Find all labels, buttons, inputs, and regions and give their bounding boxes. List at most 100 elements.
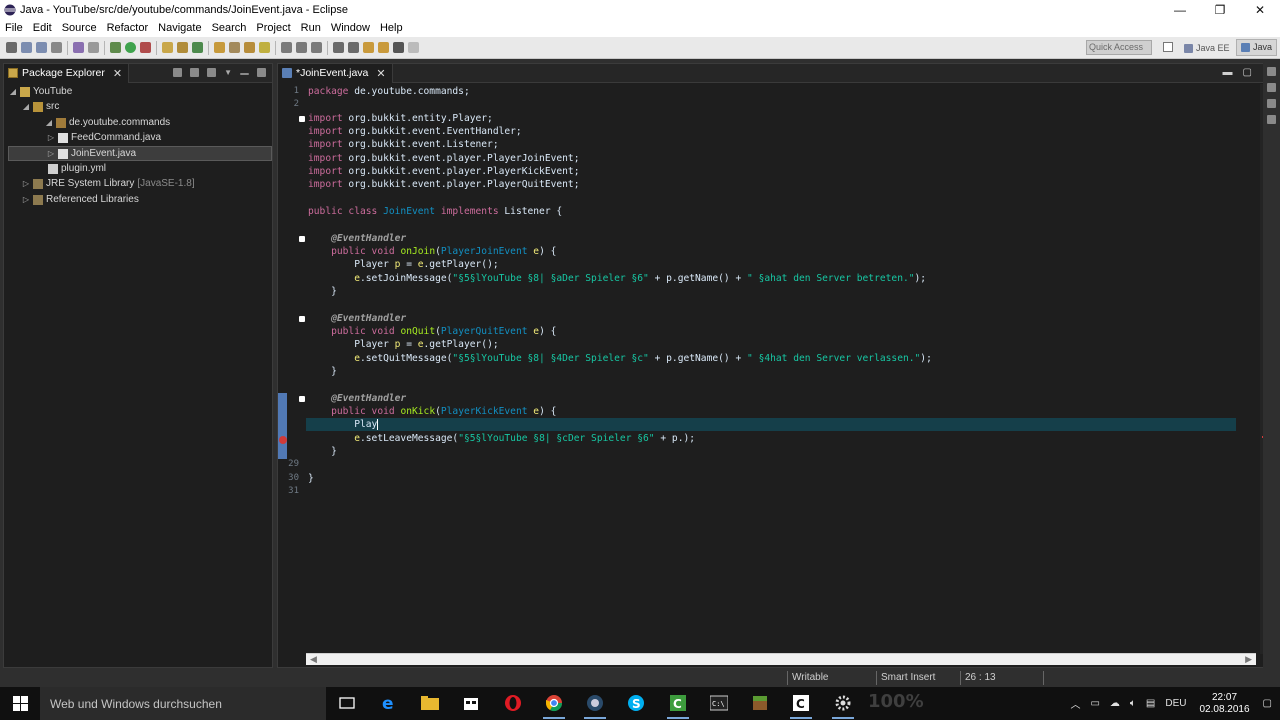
print-icon[interactable] <box>51 42 62 53</box>
next-annotation-icon[interactable] <box>333 42 344 53</box>
save-all-icon[interactable] <box>36 42 47 53</box>
eclipse-taskbar-icon[interactable]: C <box>790 693 812 719</box>
volume-icon[interactable]: 🔈︎ <box>1130 698 1136 709</box>
new-class-icon[interactable] <box>192 42 203 53</box>
perspective-javaee[interactable]: Java EE <box>1184 40 1230 56</box>
forward-icon[interactable] <box>393 42 404 53</box>
quick-access-input[interactable]: Quick Access <box>1086 40 1152 55</box>
menu-refactor[interactable]: Refactor <box>102 22 154 34</box>
maximize-editor-icon[interactable]: ▢ <box>1243 67 1252 78</box>
search-icon[interactable] <box>244 42 255 53</box>
debug-icon[interactable] <box>73 42 84 53</box>
menu-navigate[interactable]: Navigate <box>153 22 206 34</box>
skip-breakpoints-icon[interactable] <box>88 42 99 53</box>
view-menu-icon[interactable]: ▼ <box>224 68 232 77</box>
onedrive-icon[interactable]: ☁ <box>1110 698 1120 709</box>
perspective-java[interactable]: Java <box>1236 39 1278 56</box>
taskbar-search-input[interactable]: Web und Windows durchsuchen <box>40 687 326 720</box>
open-task-icon[interactable] <box>229 42 240 53</box>
opera-icon[interactable] <box>502 693 524 713</box>
restore-view-icon[interactable] <box>1267 67 1276 76</box>
menu-run[interactable]: Run <box>296 22 326 34</box>
chrome-icon[interactable] <box>543 693 565 719</box>
settings-gear-icon[interactable] <box>832 693 854 719</box>
menu-window[interactable]: Window <box>326 22 375 34</box>
maximize-view-icon[interactable] <box>257 68 266 77</box>
tab-package-explorer[interactable]: Package Explorer ✕ <box>4 63 130 83</box>
open-type-icon[interactable] <box>214 42 225 53</box>
outline-icon[interactable] <box>1267 99 1276 108</box>
run-debug-icon[interactable] <box>110 42 121 53</box>
problems-icon[interactable] <box>1267 115 1276 124</box>
menu-edit[interactable]: Edit <box>28 22 57 34</box>
horizontal-scrollbar[interactable]: ◀ ▶ <box>306 653 1256 665</box>
minimize-editor-icon[interactable]: ▬ <box>1223 67 1233 78</box>
tree-item-feedcommand[interactable]: ▷ FeedCommand.java <box>46 130 270 145</box>
show-whitespace-icon[interactable] <box>311 42 322 53</box>
expanded-arrow-icon[interactable]: ◢ <box>21 102 31 111</box>
file-explorer-icon[interactable] <box>419 693 441 713</box>
teamspeak-icon[interactable] <box>584 693 606 719</box>
tree-item-jre[interactable]: ▷ JRE System Library [JavaSE-1.8] <box>21 176 270 191</box>
message-icon[interactable]: ▤ <box>1146 698 1155 709</box>
minimize-button[interactable]: — <box>1160 0 1200 19</box>
new-package-icon[interactable] <box>177 42 188 53</box>
tree-item-project[interactable]: ◢ YouTube <box>8 84 270 99</box>
toggle-block-icon[interactable] <box>281 42 292 53</box>
tree-item-package[interactable]: ◢ de.youtube.commands <box>44 115 270 130</box>
open-perspective-icon[interactable] <box>1163 42 1173 52</box>
collapsed-arrow-icon[interactable]: ▷ <box>21 179 31 188</box>
start-button[interactable] <box>0 687 40 720</box>
camtasia-icon[interactable]: C <box>667 693 689 719</box>
task-view-icon[interactable] <box>336 693 358 713</box>
new-icon[interactable] <box>6 42 17 53</box>
edge-icon[interactable]: e <box>378 693 400 713</box>
expanded-arrow-icon[interactable]: ◢ <box>44 118 54 127</box>
run-icon[interactable] <box>125 42 136 53</box>
save-icon[interactable] <box>21 42 32 53</box>
scroll-right-icon[interactable]: ▶ <box>1245 654 1252 665</box>
collapse-all-icon[interactable] <box>173 68 183 77</box>
focus-icon[interactable] <box>207 68 217 77</box>
back-icon[interactable] <box>378 42 389 53</box>
menu-search[interactable]: Search <box>207 22 252 34</box>
network-icon[interactable]: ▭ <box>1090 698 1099 709</box>
tree-item-pluginyml[interactable]: plugin.yml <box>48 161 270 176</box>
last-edit-icon[interactable] <box>363 42 374 53</box>
scroll-left-icon[interactable]: ◀ <box>310 654 317 665</box>
minimize-view-icon[interactable] <box>240 73 249 75</box>
tree-item-referenced-libraries[interactable]: ▷ Referenced Libraries <box>21 192 270 207</box>
command-prompt-icon[interactable]: C:\ <box>708 693 730 713</box>
clock[interactable]: 22:07 02.08.2016 <box>1199 692 1249 716</box>
menu-help[interactable]: Help <box>375 22 408 34</box>
skype-icon[interactable]: S <box>625 693 647 713</box>
store-icon[interactable] <box>460 693 482 713</box>
menu-project[interactable]: Project <box>251 22 295 34</box>
collapsed-arrow-icon[interactable]: ▷ <box>21 195 31 204</box>
language-indicator[interactable]: DEU <box>1165 698 1186 709</box>
external-tools-icon[interactable] <box>140 42 151 53</box>
close-button[interactable]: ✕ <box>1240 0 1280 19</box>
tab-joinevent[interactable]: *JoinEvent.java ✕ <box>278 63 393 83</box>
mark-occurrences-icon[interactable] <box>259 42 270 53</box>
close-icon[interactable]: ✕ <box>376 67 385 80</box>
notifications-icon[interactable]: ▢ <box>1263 698 1272 709</box>
link-with-editor-icon[interactable] <box>190 68 200 77</box>
forward-dropdown-icon[interactable] <box>408 42 419 53</box>
minecraft-icon[interactable] <box>749 693 771 713</box>
menu-file[interactable]: File <box>0 22 28 34</box>
task-list-icon[interactable] <box>1267 83 1276 92</box>
tree-item-joinevent[interactable]: ▷ JoinEvent.java <box>8 146 272 161</box>
expanded-arrow-icon[interactable]: ◢ <box>8 87 18 96</box>
menu-source[interactable]: Source <box>57 22 102 34</box>
code-area[interactable]: 1 package de.youtube.commands; 2 import o… <box>278 84 1236 654</box>
collapsed-arrow-icon[interactable]: ▷ <box>46 149 56 158</box>
new-java-project-icon[interactable] <box>162 42 173 53</box>
close-icon[interactable]: ✕ <box>113 67 122 80</box>
prev-annotation-icon[interactable] <box>348 42 359 53</box>
collapsed-arrow-icon[interactable]: ▷ <box>46 133 56 142</box>
restore-button[interactable]: ❐ <box>1200 0 1240 19</box>
tray-chevron-icon[interactable]: ︿ <box>1070 696 1080 711</box>
tree-item-src[interactable]: ◢ src <box>21 99 270 114</box>
whitespace-icon[interactable] <box>296 42 307 53</box>
